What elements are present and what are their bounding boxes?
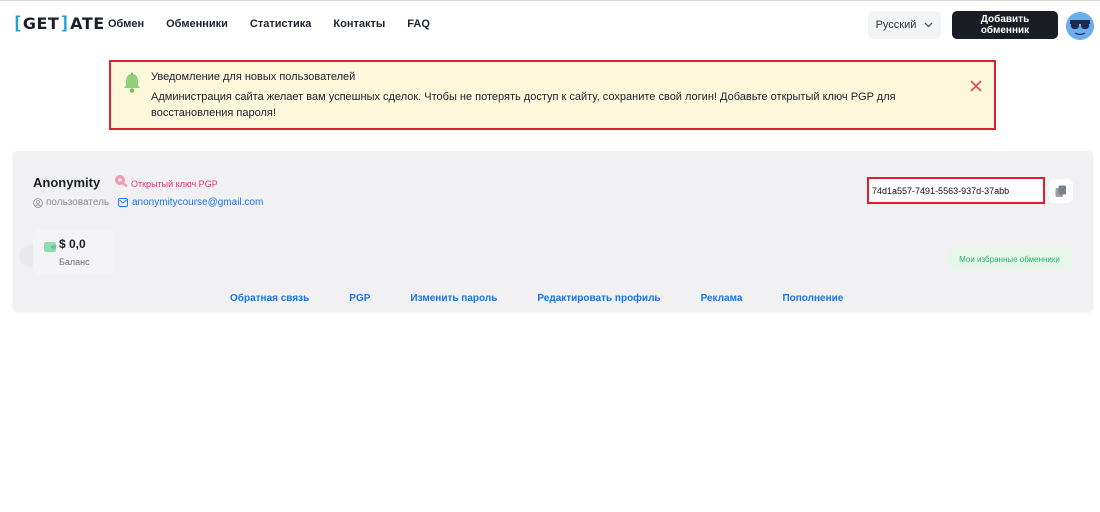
user-email: anonymitycourse@gmail.com	[118, 197, 263, 208]
sunglasses-avatar-icon	[1066, 12, 1094, 40]
avatar[interactable]	[1066, 12, 1094, 40]
user-icon	[33, 197, 43, 208]
copy-button[interactable]	[1049, 179, 1073, 203]
site-header: [ GET ] ATE Обмен Обменники Статистика К…	[0, 1, 1100, 47]
email-text[interactable]: anonymitycourse@gmail.com	[132, 197, 263, 208]
change-password-link[interactable]: Изменить пароль	[410, 293, 497, 304]
nav-exchange[interactable]: Обмен	[108, 17, 144, 31]
top-up-link[interactable]: Пополнение	[782, 293, 843, 304]
notice-message: Администрация сайта желает вам успешных …	[151, 91, 896, 119]
profile-panel: Anonymity Открытый ключ PGP пользователь…	[13, 151, 1093, 311]
nav-exchangers[interactable]: Обменники	[166, 17, 228, 31]
profile-links: Обратная связь PGP Изменить пароль Редак…	[230, 293, 843, 304]
bell-icon	[122, 72, 142, 94]
main-nav: Обмен Обменники Статистика Контакты FAQ	[108, 17, 452, 31]
login-key-field[interactable]: 74d1a557-7491-5563-937d-37abb	[867, 177, 1045, 204]
pgp-key-link[interactable]: Открытый ключ PGP	[131, 179, 218, 189]
logo-word-left: GET	[22, 14, 60, 33]
feedback-link[interactable]: Обратная связь	[230, 293, 309, 304]
chevron-down-icon	[924, 20, 933, 30]
logo-bracket: [	[12, 13, 23, 34]
username: Anonymity	[33, 175, 101, 190]
balance-card	[33, 229, 115, 275]
copy-icon	[1055, 185, 1066, 197]
nav-faq[interactable]: FAQ	[407, 17, 430, 31]
language-select[interactable]: Русский	[868, 11, 941, 39]
advertising-link[interactable]: Реклама	[701, 293, 743, 304]
logo-word-right: ATE	[70, 14, 105, 33]
key-icon	[114, 173, 130, 189]
edit-profile-link[interactable]: Редактировать профиль	[537, 293, 660, 304]
mail-icon	[118, 198, 128, 207]
add-exchanger-button[interactable]: Добавить обменник	[952, 11, 1058, 39]
wallet-icon	[44, 239, 56, 252]
balance-value: $ 0,0	[59, 237, 86, 251]
nav-statistics[interactable]: Статистика	[250, 17, 312, 31]
favorite-exchangers-button[interactable]: Мои избранные обменники	[948, 249, 1071, 269]
notice-title: Уведомление для новых пользователей	[151, 71, 356, 83]
user-role: пользователь	[33, 197, 109, 208]
nav-contacts[interactable]: Контакты	[333, 17, 385, 31]
pgp-link[interactable]: PGP	[349, 293, 370, 304]
logo-bracket: ]	[59, 13, 71, 34]
language-label: Русский	[875, 19, 917, 31]
balance-label: Баланс	[59, 257, 90, 267]
getrate-logo[interactable]: [ GET ] ATE	[12, 14, 105, 34]
role-label: пользователь	[46, 197, 110, 208]
close-icon[interactable]	[969, 79, 983, 93]
new-user-notice: Уведомление для новых пользователей Адми…	[109, 60, 996, 130]
